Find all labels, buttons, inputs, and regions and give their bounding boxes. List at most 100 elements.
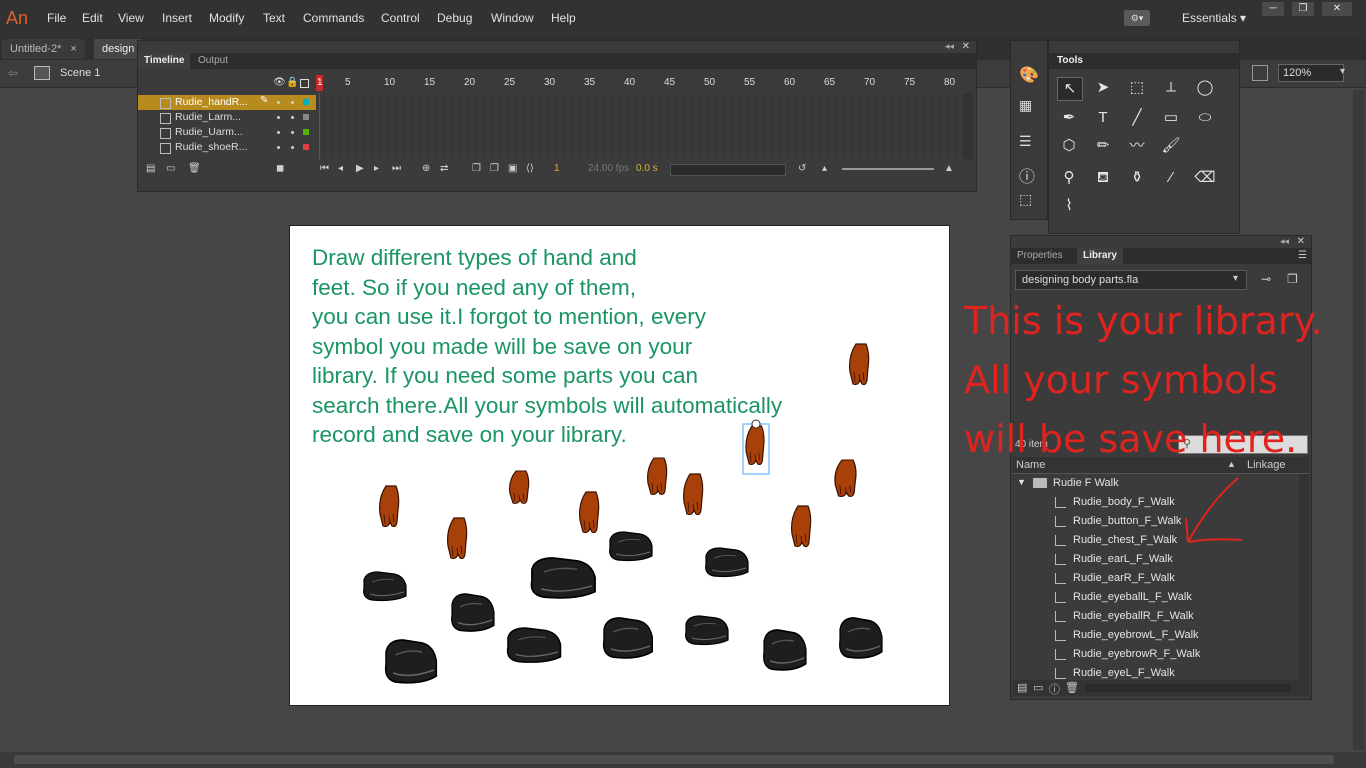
timeline-hscroll[interactable] xyxy=(670,164,786,176)
pencil-tool-icon[interactable]: ✏ xyxy=(1091,135,1115,157)
restore-icon[interactable]: ❐ xyxy=(1292,2,1314,16)
line-tool-icon[interactable]: ╱ xyxy=(1125,107,1149,129)
scroll-thumb[interactable] xyxy=(14,755,1334,764)
hand-symbol[interactable] xyxy=(646,457,668,496)
library-item[interactable]: Rudie_eyebrowR_F_Walk xyxy=(1013,645,1297,664)
collapse-panel-icon[interactable]: ◂◂ xyxy=(945,41,954,52)
hand-symbol[interactable] xyxy=(834,459,857,498)
transform-point[interactable] xyxy=(751,419,761,429)
grid-icon[interactable]: ▦ xyxy=(1019,97,1032,114)
subselection-tool-icon[interactable]: ➤ xyxy=(1091,77,1115,99)
properties-icon[interactable]: ⓘ xyxy=(1049,681,1060,697)
library-item[interactable]: Rudie_earR_F_Walk xyxy=(1013,569,1297,588)
library-folder[interactable]: ▼ Rudie F Walk xyxy=(1013,474,1297,493)
layer-color-swatch[interactable] xyxy=(303,114,309,120)
shoe-symbol[interactable] xyxy=(450,593,495,632)
layer-color-swatch[interactable] xyxy=(303,99,309,105)
library-item[interactable]: Rudie_body_F_Walk xyxy=(1013,493,1297,512)
workspace-dropdown[interactable]: Essentials ▾ xyxy=(1182,11,1246,25)
stage-horizontal-scrollbar[interactable] xyxy=(0,752,1366,768)
library-item[interactable]: Rudie_chest_F_Walk xyxy=(1013,531,1297,550)
menu-debug[interactable]: Debug xyxy=(437,11,472,25)
shoe-symbol[interactable] xyxy=(384,639,438,684)
zoom-in-icon[interactable]: ▲ xyxy=(944,163,954,174)
zoom-select[interactable]: 120% xyxy=(1278,64,1344,82)
library-hscroll[interactable] xyxy=(1085,684,1291,692)
hand-symbol[interactable] xyxy=(745,425,765,466)
library-item[interactable]: Rudie_button_F_Walk xyxy=(1013,512,1297,531)
brush-tool-icon[interactable]: 🖌 xyxy=(1159,135,1183,157)
chevron-down-icon[interactable]: ▾ xyxy=(1340,66,1345,77)
palette-icon[interactable]: 🎨 xyxy=(1019,65,1039,85)
hand-symbol[interactable] xyxy=(790,505,812,548)
current-frame[interactable]: 1 xyxy=(554,163,560,174)
camera-icon[interactable]: ◼ xyxy=(276,163,284,174)
layer-color-swatch[interactable] xyxy=(303,144,309,150)
menu-insert[interactable]: Insert xyxy=(162,11,192,25)
ink-bottle-icon[interactable]: ⚱ xyxy=(1125,167,1149,189)
timeline-scrollbar[interactable] xyxy=(964,93,973,159)
new-folder-icon[interactable]: ▭ xyxy=(1033,681,1043,694)
new-library-icon[interactable]: ❐ xyxy=(1287,272,1298,286)
layer-row[interactable]: Rudie_shoeR... xyxy=(138,140,316,155)
text-tool-icon[interactable]: T xyxy=(1091,107,1115,129)
panel-menu-icon[interactable]: ☰ xyxy=(1298,250,1307,261)
zoom-slider[interactable] xyxy=(842,168,934,170)
first-frame-icon[interactable]: ⏮ xyxy=(320,163,329,174)
prev-frame-icon[interactable]: ◂ xyxy=(338,163,343,174)
tab-output[interactable]: Output xyxy=(192,53,234,69)
shoe-symbol[interactable] xyxy=(705,547,749,578)
menu-help[interactable]: Help xyxy=(551,11,576,25)
edit-multiple-icon[interactable]: ▣ xyxy=(508,163,517,174)
align-icon[interactable]: ☰ xyxy=(1019,133,1032,150)
oval-tool-icon[interactable]: ⬭ xyxy=(1193,107,1217,129)
3d-rotation-icon[interactable]: ⟂ xyxy=(1159,77,1183,99)
lock-icon[interactable]: 🔒 xyxy=(286,77,298,88)
free-transform-icon[interactable]: ⬚ xyxy=(1125,77,1149,99)
lasso-icon[interactable]: ◯ xyxy=(1193,77,1217,99)
layer-color-swatch[interactable] xyxy=(303,129,309,135)
shoe-symbol[interactable] xyxy=(685,615,729,646)
frame-grid[interactable] xyxy=(316,93,966,159)
hand-symbol[interactable] xyxy=(379,485,400,528)
shoe-symbol[interactable] xyxy=(506,627,562,663)
transform-icon[interactable]: ⬚ xyxy=(1019,191,1032,208)
library-document-select[interactable]: designing body parts.fla xyxy=(1015,270,1247,290)
hand-symbol[interactable] xyxy=(447,517,468,560)
library-item[interactable]: Rudie_eyeballR_F_Walk xyxy=(1013,607,1297,626)
shoe-symbol[interactable] xyxy=(609,531,653,562)
doc-tab-untitled[interactable]: Untitled-2* × xyxy=(2,39,85,59)
hand-symbol[interactable] xyxy=(578,491,600,534)
eyedropper-icon[interactable]: ⁄ xyxy=(1159,167,1183,189)
paint-brush-icon[interactable]: 〰 xyxy=(1125,135,1149,157)
stage-canvas[interactable]: Draw different types of hand and feet. S… xyxy=(289,225,950,706)
library-scrollbar[interactable] xyxy=(1299,474,1309,679)
onion-outline-icon[interactable]: ❐ xyxy=(490,163,499,174)
library-item[interactable]: Rudie_earL_F_Walk xyxy=(1013,550,1297,569)
shoe-symbol[interactable] xyxy=(363,571,407,602)
menu-control[interactable]: Control xyxy=(381,11,420,25)
shoe-symbol[interactable] xyxy=(530,557,596,599)
pin-icon[interactable]: ⊸ xyxy=(1261,272,1271,286)
elapsed-time[interactable]: 0.0 s xyxy=(636,163,658,174)
zoom-out-icon[interactable]: ▴ xyxy=(822,163,827,174)
hand-symbol[interactable] xyxy=(682,473,704,516)
pen-tool-icon[interactable]: ✒ xyxy=(1057,107,1081,129)
shoe-symbol[interactable] xyxy=(762,629,807,671)
new-symbol-icon[interactable]: ▤ xyxy=(1017,681,1027,694)
loop-icon[interactable]: ⇄ xyxy=(440,163,448,174)
next-frame-icon[interactable]: ▸ xyxy=(374,163,379,174)
new-layer-icon[interactable]: ▤ xyxy=(146,163,155,174)
menu-file[interactable]: File xyxy=(47,11,66,25)
close-window-icon[interactable]: ✕ xyxy=(1322,2,1352,16)
hand-symbol[interactable] xyxy=(848,343,870,386)
menu-commands[interactable]: Commands xyxy=(303,11,364,25)
play-icon[interactable]: ▶ xyxy=(356,163,364,174)
delete-layer-icon[interactable]: 🗑 xyxy=(188,163,201,174)
back-arrow-icon[interactable]: ⇦ xyxy=(8,66,18,80)
frame-ruler[interactable]: 1 5 10 15 20 25 30 35 40 45 50 55 60 65 … xyxy=(316,75,966,91)
menu-modify[interactable]: Modify xyxy=(209,11,244,25)
delete-icon[interactable]: 🗑 xyxy=(1065,681,1079,694)
layer-row[interactable]: Rudie_Larm... xyxy=(138,110,316,125)
doc-tab-design[interactable]: design xyxy=(94,39,143,59)
